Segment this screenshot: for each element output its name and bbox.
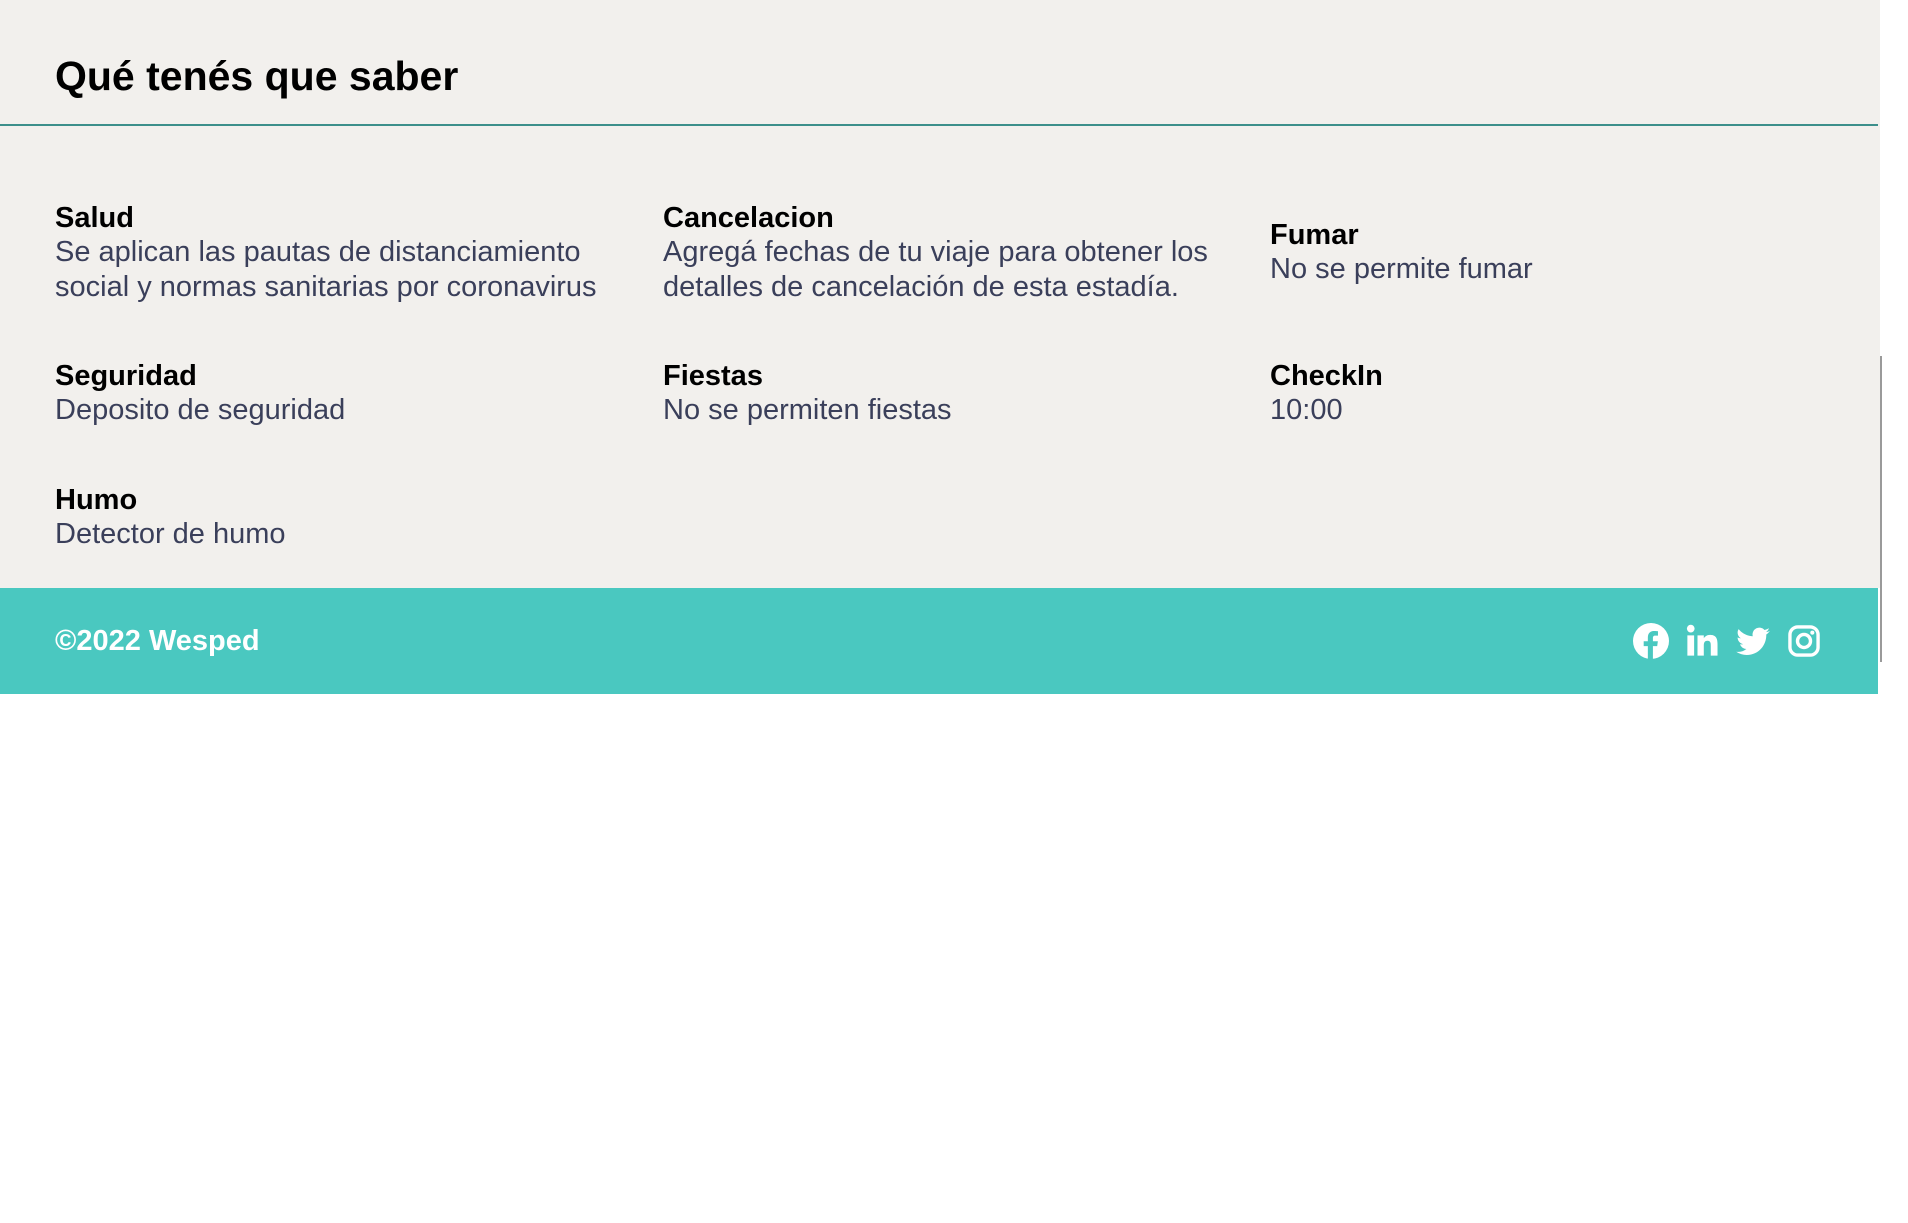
edge-divider [1880,356,1882,662]
section-header: Qué tenés que saber [0,0,1878,126]
rule-title: CheckIn [1270,360,1383,392]
instagram-icon[interactable] [1786,623,1822,659]
rule-title: Fumar [1270,219,1359,251]
social-links [1633,623,1822,659]
rule-description: Deposito de seguridad [55,394,346,426]
twitter-icon[interactable] [1735,623,1771,659]
rule-item-checkin: CheckIn 10:00 [1270,359,1850,428]
rule-title: Salud [55,202,134,234]
rule-description: 10:00 [1270,394,1343,426]
rule-item-fiestas: Fiestas No se permiten fiestas [663,359,1243,428]
rule-title: Cancelacion [663,202,834,234]
house-rules-section: Qué tenés que saber Salud Se aplican las… [0,0,1880,588]
rule-title: Fiestas [663,360,763,392]
rule-item-humo: Humo Detector de humo [55,483,635,552]
page: Qué tenés que saber Salud Se aplican las… [0,0,1908,1223]
rule-title: Seguridad [55,360,197,392]
rule-item-seguridad: Seguridad Deposito de seguridad [55,359,635,428]
linkedin-icon[interactable] [1684,623,1720,659]
rule-description: Agregá fechas de tu viaje para obtener l… [663,236,1208,303]
copyright-text: ©2022 Wesped [55,625,260,657]
rule-title: Humo [55,484,138,516]
rule-item-fumar: Fumar No se permite fumar [1270,218,1850,287]
footer: ©2022 Wesped [0,588,1878,694]
rule-description: No se permite fumar [1270,253,1533,285]
rule-item-cancelacion: Cancelacion Agregá fechas de tu viaje pa… [663,201,1243,305]
rule-description: No se permiten fiestas [663,394,952,426]
section-title: Qué tenés que saber [55,53,459,99]
rule-description: Detector de humo [55,518,286,550]
facebook-icon[interactable] [1633,623,1669,659]
rule-item-salud: Salud Se aplican las pautas de distancia… [55,201,635,305]
rule-description: Se aplican las pautas de distanciamiento… [55,236,597,303]
